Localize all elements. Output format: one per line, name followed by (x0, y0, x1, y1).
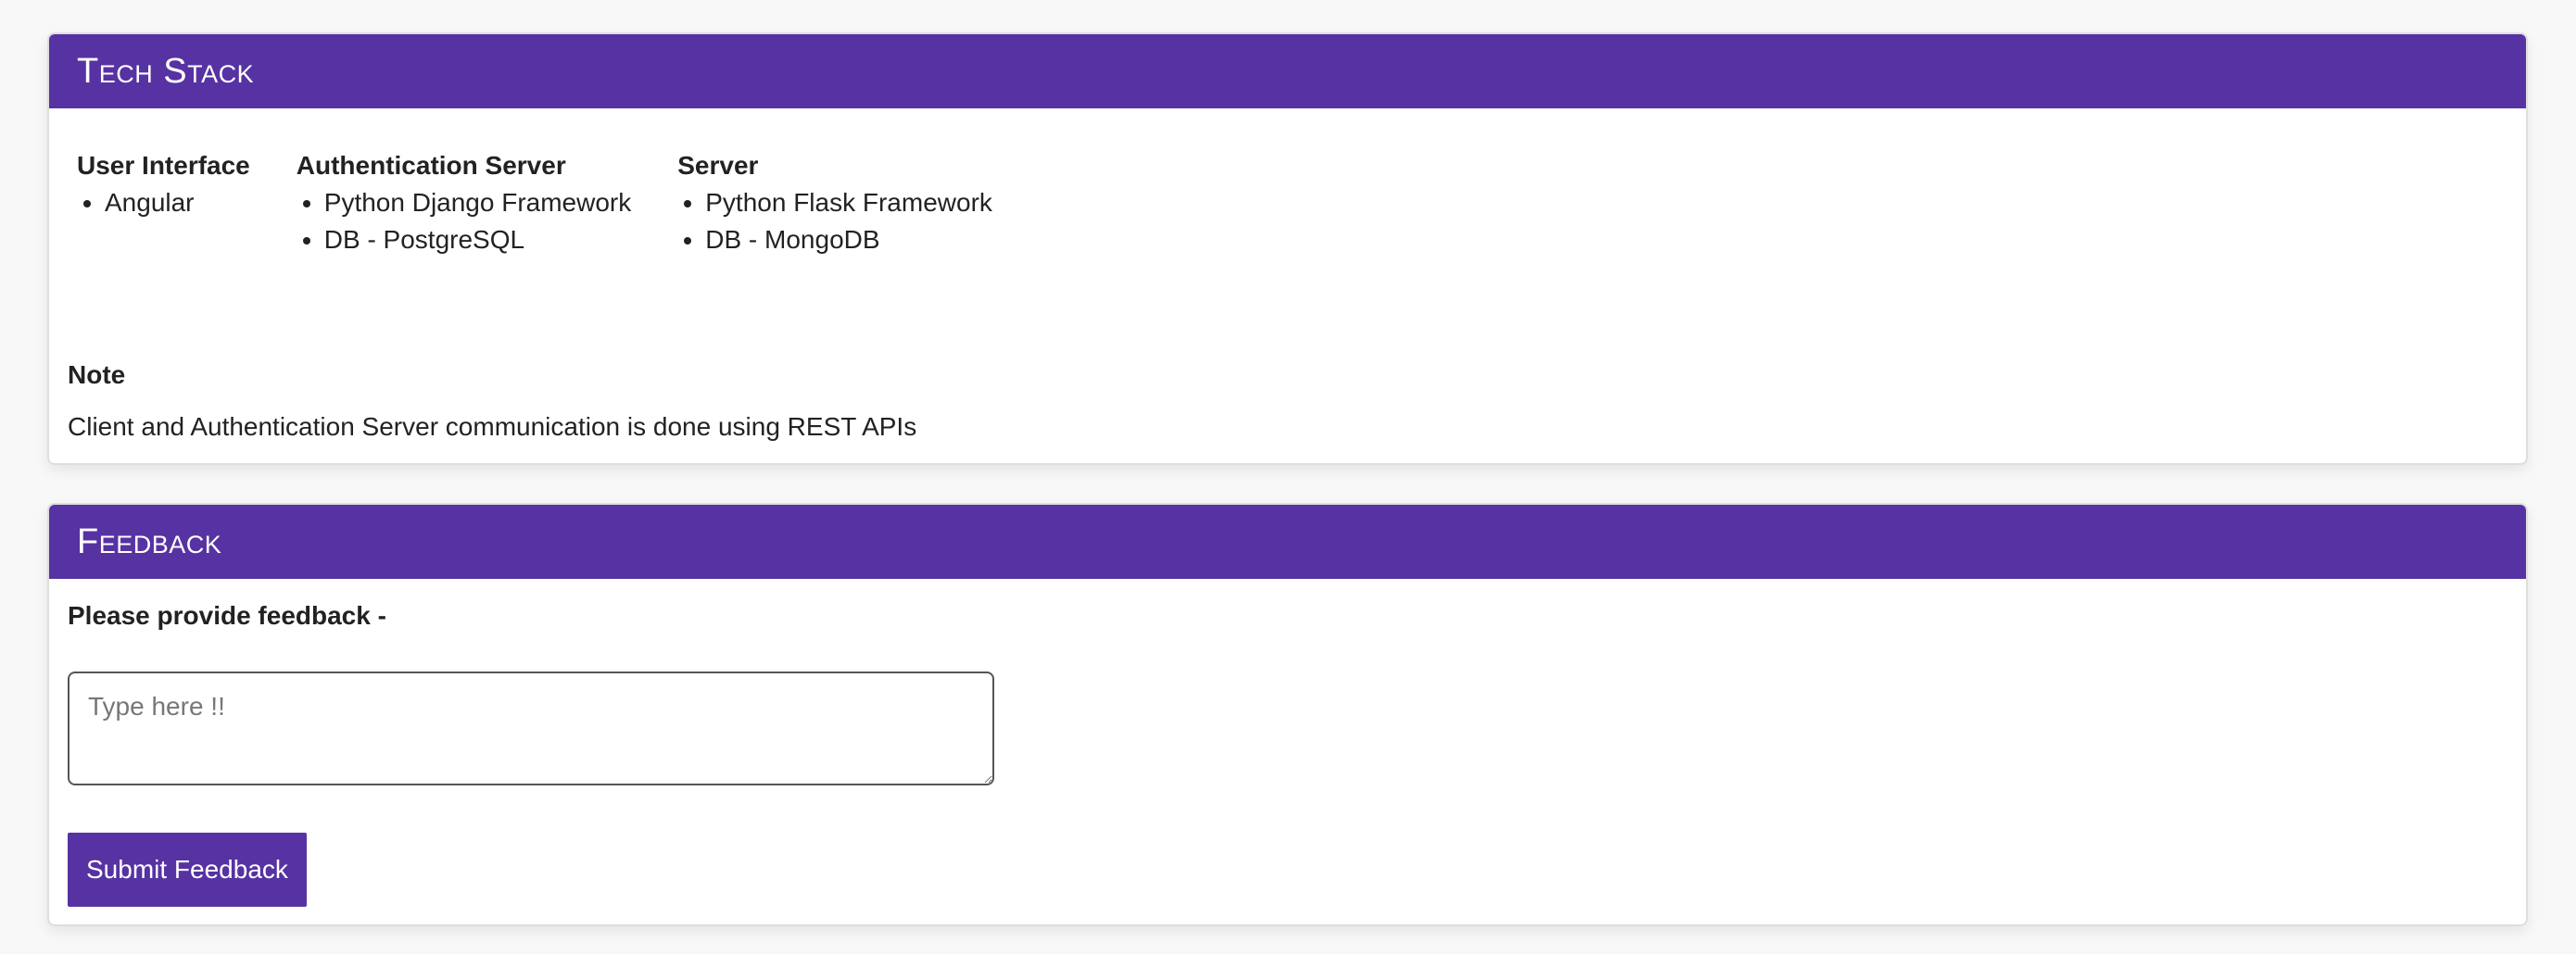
list-item: DB - MongoDB (705, 221, 992, 258)
note-text: Client and Authentication Server communi… (68, 412, 917, 441)
list-item: Angular (105, 184, 250, 221)
tech-stack-title: Tech Stack (77, 51, 255, 91)
list-item: Python Flask Framework (705, 184, 992, 221)
feedback-header: Feedback (49, 505, 2526, 579)
feedback-prompt: Please provide feedback - (68, 601, 386, 630)
feedback-card: Feedback Please provide feedback - Submi… (47, 503, 2528, 926)
feedback-title: Feedback (77, 521, 222, 561)
stack-column-title: Authentication Server (296, 151, 566, 180)
stack-list: Angular (77, 184, 250, 221)
stack-list: Python Flask Framework DB - MongoDB (677, 184, 992, 258)
stack-column-user-interface: User Interface Angular (77, 147, 250, 258)
tech-stack-card: Tech Stack User Interface Angular Authen… (47, 32, 2528, 465)
note-title: Note (68, 360, 126, 389)
stack-column-title: User Interface (77, 151, 250, 180)
tech-stack-columns: User Interface Angular Authentication Se… (77, 147, 1039, 258)
list-item: DB - PostgreSQL (324, 221, 631, 258)
stack-column-authentication-server: Authentication Server Python Django Fram… (297, 147, 631, 258)
submit-feedback-button[interactable]: Submit Feedback (68, 833, 307, 907)
stack-list: Python Django Framework DB - PostgreSQL (297, 184, 631, 258)
feedback-textarea[interactable] (68, 672, 994, 785)
tech-stack-header: Tech Stack (49, 34, 2526, 108)
stack-column-title: Server (677, 151, 759, 180)
list-item: Python Django Framework (324, 184, 631, 221)
stack-column-server: Server Python Flask Framework DB - Mongo… (677, 147, 992, 258)
